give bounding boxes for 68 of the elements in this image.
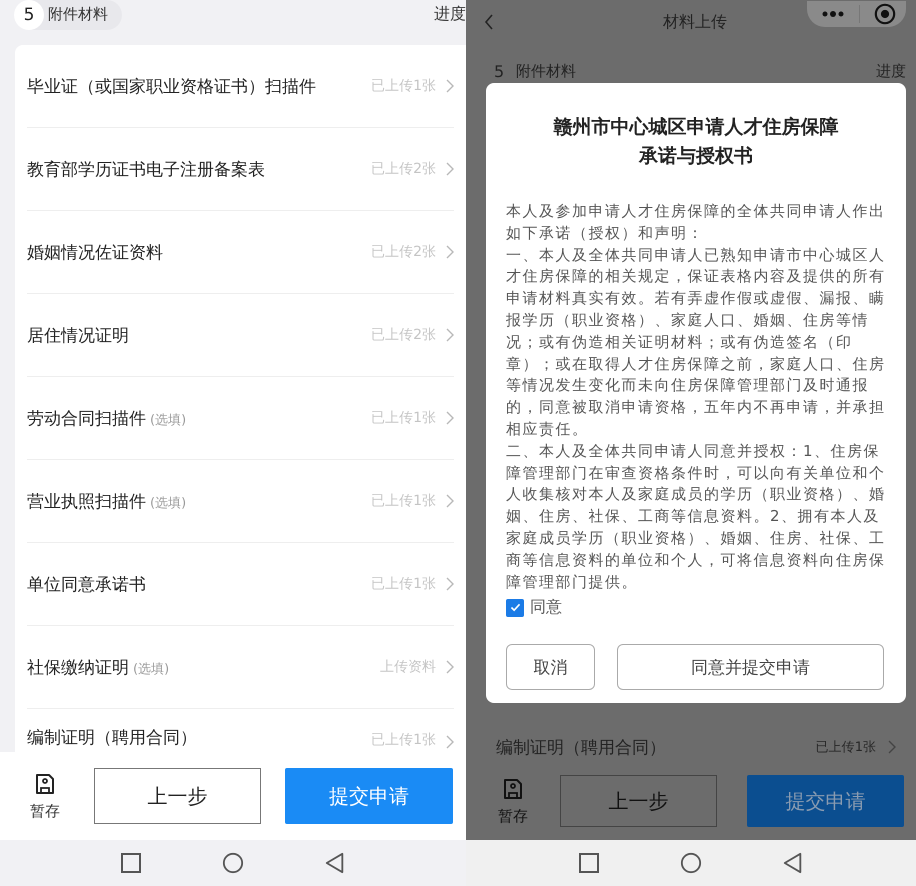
- check-icon: [510, 603, 520, 612]
- save-icon: [33, 772, 57, 796]
- agree-checkbox[interactable]: [506, 598, 524, 617]
- upload-status: 已上传1张: [371, 575, 436, 593]
- upload-status: 已上传2张: [371, 243, 436, 261]
- recents-icon[interactable]: [120, 852, 142, 874]
- page-title: 材料上传: [663, 12, 727, 32]
- material-name: 编制证明（聘用合同）: [496, 736, 667, 758]
- upload-status: 已上传1张: [371, 492, 436, 510]
- upload-status: 已上传1张: [816, 739, 876, 756]
- material-name: 社保缴纳证明 (选填): [27, 656, 170, 678]
- material-name: 婚姻情况佐证资料: [27, 242, 164, 264]
- step-number: 5: [494, 62, 504, 81]
- back-icon[interactable]: [782, 852, 804, 874]
- chevron-right-icon: [446, 494, 454, 508]
- upload-status: 已上传1张: [371, 731, 436, 749]
- back-icon[interactable]: [484, 14, 494, 30]
- material-row[interactable]: 单位同意承诺书 已上传1张: [27, 543, 454, 626]
- dialog-title: 赣州市中心城区申请人才住房保障 承诺与授权书: [552, 115, 840, 169]
- step-number: 5: [14, 0, 44, 30]
- material-row[interactable]: 编制证明（聘用合同） 已上传1张: [27, 709, 454, 749]
- back-icon[interactable]: [324, 852, 346, 874]
- upload-status: 已上传1张: [371, 409, 436, 427]
- material-name: 劳动合同扫描件 (选填): [27, 408, 188, 430]
- previous-step-button[interactable]: 上一步: [560, 775, 717, 827]
- consent-paragraph: 本人及参加申请人才住房保障的全体共同申请人作出如下承诺（授权）和声明：: [506, 201, 886, 244]
- chevron-right-icon: [446, 411, 454, 425]
- material-name: 居住情况证明: [27, 324, 130, 346]
- upload-status: 已上传1张: [371, 77, 436, 95]
- material-name: 单位同意承诺书: [27, 574, 147, 596]
- material-name: 营业执照扫描件 (选填): [27, 490, 188, 512]
- home-icon[interactable]: [680, 852, 702, 874]
- chevron-right-icon: [446, 577, 454, 591]
- material-row[interactable]: 毕业证（或国家职业资格证书）扫描件 已上传1张: [27, 45, 454, 128]
- previous-step-button[interactable]: 上一步: [94, 768, 261, 824]
- material-name: 教育部学历证书电子注册备案表: [27, 158, 266, 180]
- step-label: 附件材料: [516, 62, 576, 81]
- chevron-right-icon: [446, 245, 454, 259]
- material-name: 编制证明（聘用合同）: [27, 727, 198, 749]
- upload-status: 已上传2张: [371, 326, 436, 344]
- material-row[interactable]: 营业执照扫描件 (选填) 已上传1张: [27, 460, 454, 543]
- chevron-right-icon: [446, 328, 454, 342]
- upload-status: 上传资料: [380, 658, 436, 676]
- home-icon[interactable]: [222, 852, 244, 874]
- material-row[interactable]: 劳动合同扫描件 (选填) 已上传1张: [27, 377, 454, 460]
- cancel-button[interactable]: 取消: [506, 644, 595, 690]
- more-icon[interactable]: [821, 10, 845, 18]
- agree-submit-button[interactable]: 同意并提交申请: [617, 644, 884, 690]
- material-row[interactable]: 婚姻情况佐证资料 已上传2张: [27, 211, 454, 294]
- chevron-right-icon: [446, 162, 454, 176]
- chevron-right-icon: [446, 735, 454, 749]
- chevron-right-icon: [446, 79, 454, 93]
- material-row[interactable]: 社保缴纳证明 (选填) 上传资料: [27, 626, 454, 709]
- chevron-right-icon: [446, 660, 454, 674]
- step-label: 附件材料: [48, 5, 108, 24]
- save-draft-button[interactable]: 暂存: [20, 772, 70, 820]
- upload-status: 已上传2张: [371, 160, 436, 178]
- chevron-right-icon: [888, 740, 896, 754]
- progress-label: 进度: [434, 4, 466, 25]
- material-row[interactable]: 居住情况证明 已上传2张: [27, 294, 454, 377]
- material-row[interactable]: 教育部学历证书电子注册备案表 已上传2张: [27, 128, 454, 211]
- consent-paragraph: 二、本人及全体共同申请人同意并授权：1、住房保障管理部门在审查资格条件时，可以向有关单位和个人收集核对本人及家庭成员的学历（职业资格）、婚姻、住房、社保、工商等信息资料。2、拥有本人及家庭成员学历（职业资格）、婚姻、住房、社保、工商等信息资料的单位和个人，可将信息资料向住房保障管理部门提供。: [506, 440, 886, 593]
- consent-paragraph: 一、本人及全体共同申请人已熟知申请市中心城区人才住房保障的相关规定，保证表格内容及提供的所有申请材料真实有效。若有弄虚作假或虚假、漏报、瞒报学历（职业资格）、家庭人口、婚姻、住房等情况；或有伪造相关证明材料；或有伪造签名（印章）；或在取得人才住房保障之前，家庭人口、住房等情况发生变化而未向住房保障管理部门及时通报的，同意被取消申请资格，五年内不再申请，并承担相应责任。: [506, 244, 886, 440]
- agree-label: 同意: [530, 597, 562, 618]
- save-draft-button[interactable]: 暂存: [496, 776, 530, 826]
- progress-label: 进度: [876, 62, 906, 81]
- recents-icon[interactable]: [578, 852, 600, 874]
- material-name: 毕业证（或国家职业资格证书）扫描件: [27, 76, 317, 98]
